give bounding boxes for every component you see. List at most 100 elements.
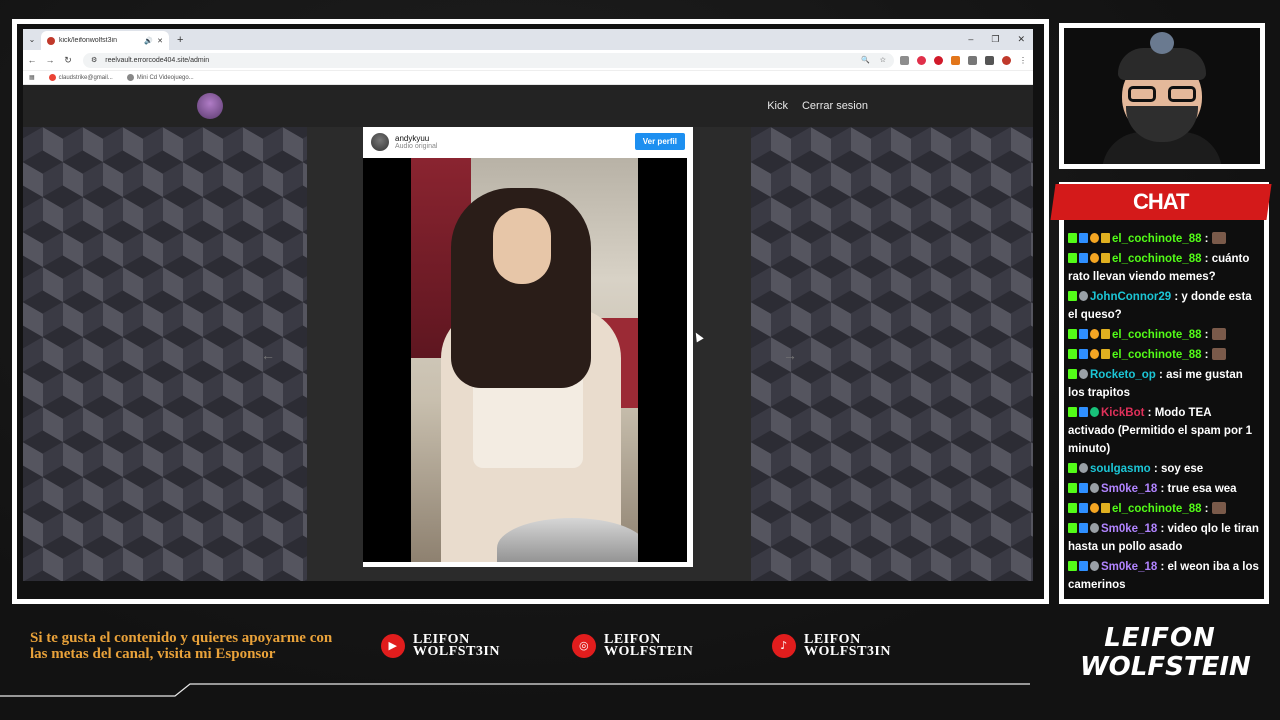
badge-icon	[1068, 483, 1077, 493]
badge-icon	[1090, 329, 1099, 339]
social-line2: WOLFST3IN	[413, 644, 500, 659]
apps-icon[interactable]: ▦	[29, 74, 35, 81]
chat-text: true esa wea	[1167, 483, 1237, 495]
prev-arrow-icon[interactable]: ←	[261, 347, 275, 363]
browser-tab[interactable]: kick/leifonwolfst3in 🔊 ✕	[41, 31, 169, 50]
chat-username[interactable]: Sm0ke_18	[1101, 523, 1157, 535]
chat-username[interactable]: JohnConnor29	[1090, 291, 1171, 303]
decorative-line	[0, 683, 1030, 697]
tab-audio-icon[interactable]: 🔊	[144, 37, 153, 45]
url-field[interactable]: ⚙ reelvault.errorcode404.site/admin 🔍 ☆	[83, 52, 894, 68]
chat-username[interactable]: el_cochinote_88	[1112, 233, 1201, 245]
avatar-glasses	[1168, 86, 1196, 102]
chat-message: el_cochinote_88 :	[1068, 229, 1260, 249]
badge-icon	[1068, 369, 1077, 379]
instagram-icon: ◎	[572, 634, 596, 658]
menu-extension-icon[interactable]	[985, 55, 994, 65]
chat-text: soy ese	[1160, 463, 1204, 475]
site-nav: Kick Cerrar sesion	[767, 100, 868, 112]
chat-username[interactable]: el_cochinote_88	[1112, 253, 1201, 265]
reel-video[interactable]	[363, 158, 687, 562]
chat-username[interactable]: KickBot	[1101, 407, 1144, 419]
social-youtube[interactable]: ▶ LEIFON WOLFST3IN	[381, 633, 500, 659]
forward-icon[interactable]: →	[41, 55, 59, 65]
chat-emote	[1211, 328, 1226, 340]
tab-close-icon[interactable]: ✕	[157, 37, 163, 45]
reel-card: andykyuu Audio original Ver perfil	[363, 127, 693, 567]
site-logo[interactable]	[197, 93, 223, 119]
reel-audio[interactable]: Audio original	[395, 143, 437, 150]
social-instagram[interactable]: ◎ LEIFON WOLFSTEIN	[572, 633, 693, 659]
browser-window: ⌄ kick/leifonwolfst3in 🔊 ✕ + – ❐ ✕ ← → ↻…	[23, 29, 1033, 581]
extension-icon[interactable]	[900, 55, 909, 65]
address-bar: ← → ↻ ⚙ reelvault.errorcode404.site/admi…	[23, 50, 1033, 71]
next-arrow-icon[interactable]: →	[783, 347, 797, 363]
chat-username[interactable]: soulgasmo	[1090, 463, 1151, 475]
bookmark-item[interactable]: Mini Cd Videojuego...	[126, 74, 194, 81]
chat-frame: el_cochinote_88 : el_cochinote_88 : cuán…	[1059, 182, 1269, 604]
more-menu-icon[interactable]: ⋮	[1019, 56, 1027, 65]
chat-emote	[1211, 232, 1226, 244]
stream-overlay: ⌄ kick/leifonwolfst3in 🔊 ✕ + – ❐ ✕ ← → ↻…	[0, 0, 1280, 720]
user-badges	[1068, 503, 1110, 513]
puzzle-icon[interactable]	[968, 55, 977, 65]
globe-icon	[126, 74, 134, 81]
extension-icon[interactable]	[917, 55, 926, 65]
chat-message: soulgasmo : soy ese	[1068, 459, 1260, 479]
video-frame	[411, 158, 638, 562]
chat-emote	[1211, 502, 1226, 514]
chat-username[interactable]: el_cochinote_88	[1112, 349, 1201, 361]
badge-icon	[1101, 349, 1110, 359]
chat-username[interactable]: Sm0ke_18	[1101, 561, 1157, 573]
brand-logo: LEIFON WOLFSTEIN	[1080, 623, 1251, 694]
close-window-icon[interactable]: ✕	[1017, 34, 1025, 45]
tab-title: kick/leifonwolfst3in	[59, 37, 117, 44]
social-line2: WOLFST3IN	[804, 644, 891, 659]
badge-icon	[1079, 407, 1088, 417]
nav-logout-link[interactable]: Cerrar sesion	[802, 100, 868, 112]
tiktok-icon: ♪	[772, 634, 796, 658]
bookmark-star-icon[interactable]: ☆	[880, 56, 886, 64]
bookmark-item[interactable]: claudstrike@gmail...	[48, 74, 113, 81]
chat-separator: :	[1201, 349, 1212, 361]
chat-separator: :	[1201, 503, 1212, 515]
badge-icon	[1079, 523, 1088, 533]
chat-username[interactable]: Sm0ke_18	[1101, 483, 1157, 495]
avatar-tuft	[1150, 32, 1174, 54]
user-badges	[1068, 483, 1099, 493]
badge-icon	[1101, 253, 1110, 263]
reel-avatar[interactable]	[371, 132, 389, 151]
brand-line2: WOLFSTEIN	[1080, 652, 1251, 682]
metamask-icon[interactable]	[951, 55, 960, 65]
zoom-icon[interactable]: 🔍	[861, 56, 870, 64]
chat-username[interactable]: el_cochinote_88	[1112, 503, 1201, 515]
chat-message: KickBot : Modo TEA activado (Permitido e…	[1068, 403, 1260, 459]
youtube-icon: ▶	[381, 634, 405, 658]
capture-inner: ⌄ kick/leifonwolfst3in 🔊 ✕ + – ❐ ✕ ← → ↻…	[17, 24, 1044, 599]
restore-icon[interactable]: ❐	[991, 34, 999, 45]
back-icon[interactable]: ←	[23, 55, 41, 65]
profile-avatar[interactable]	[1002, 55, 1011, 65]
chat-separator: :	[1171, 291, 1182, 303]
new-tab-button[interactable]: +	[177, 34, 183, 46]
chat-username[interactable]: el_cochinote_88	[1112, 329, 1201, 341]
badge-icon	[1079, 503, 1088, 513]
user-badges	[1068, 349, 1110, 359]
reel-username[interactable]: andykyuu	[395, 134, 437, 143]
chat-separator: :	[1201, 233, 1212, 245]
chat-separator: :	[1157, 483, 1168, 495]
opera-icon[interactable]	[934, 55, 943, 65]
badge-icon	[1068, 253, 1077, 263]
nav-kick-link[interactable]: Kick	[767, 100, 788, 112]
social-tiktok[interactable]: ♪ LEIFON WOLFST3IN	[772, 633, 891, 659]
view-profile-button[interactable]: Ver perfil	[634, 133, 685, 150]
site-info-icon[interactable]: ⚙	[91, 56, 97, 64]
chat-separator: :	[1201, 329, 1212, 341]
minimize-icon[interactable]: –	[968, 34, 973, 45]
chat-message: Sm0ke_18 : el weon iba a los camerinos	[1068, 557, 1260, 595]
badge-icon	[1079, 349, 1088, 359]
reload-icon[interactable]: ↻	[59, 55, 77, 66]
tab-search-icon[interactable]: ⌄	[23, 35, 41, 44]
chat-username[interactable]: Rocketo_op	[1090, 369, 1156, 381]
brand-line1: LEIFON	[1104, 623, 1216, 653]
